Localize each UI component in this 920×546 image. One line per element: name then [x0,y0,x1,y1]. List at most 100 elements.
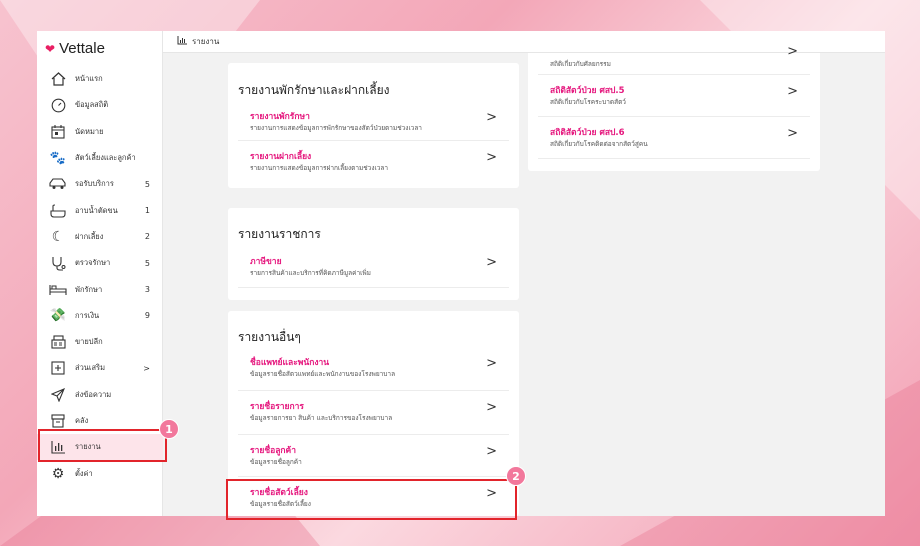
step-badge-2: 2 [506,466,526,486]
report-row-items[interactable]: รายชื่อรายการ ข้อมูลรายการยา สินค้า และบ… [238,393,509,435]
card-statistics-reports: สถิติเกี่ยวกับศัลยกรรม > สถิติสัตว์ป่วย … [528,44,820,171]
money-hand-icon: 💸 [49,308,67,324]
calendar-icon [49,123,67,141]
chevron-right-icon: > [486,150,497,165]
car-icon [49,175,67,193]
sidebar-item-paw[interactable]: 🐾 สัตว์เลี้ยงและลูกค้า [37,145,163,171]
paw-icon: 🐾 [49,150,67,166]
row-title: รายชื่อลูกค้า [250,446,297,456]
chevron-right-icon: > [787,126,798,141]
row-title: รายงานพักรักษา [250,112,310,122]
sidebar-item-money-hand[interactable]: 💸 การเงิน 9 [37,303,163,329]
sidebar-item-calendar[interactable]: นัดหมาย [37,119,163,145]
report-row-surgery-stats[interactable]: สถิติเกี่ยวกับศัลยกรรม > [538,39,810,75]
chevron-right-icon: > [486,400,497,415]
count-badge: 5 [144,258,150,268]
sidebar-nav: หน้าแรกข้อมูลสถิตินัดหมาย 🐾 สัตว์เลี้ยงและ… [37,66,163,487]
sidebar-item-home[interactable]: หน้าแรก [37,66,163,92]
row-desc: ข้อมูลรายชื่อสัตวแพทย์และพนักงานของโรงพย… [250,370,396,378]
brand-logo[interactable]: ❤ Vettale [45,40,105,57]
moon-icon: ☾ [51,228,65,245]
sidebar-item-label: การเงิน [75,310,100,320]
count-badge: 9 [144,311,150,321]
row-desc: รายการสินค้าและบริการที่คิดภาษีมูลค่าเพิ… [250,269,371,277]
row-title: รายชื่อรายการ [250,402,304,412]
row-desc: สถิติเกี่ยวกับศัลยกรรม [550,60,611,68]
sidebar-item-settings[interactable]: ⚙ ตั้งค่า [37,460,163,486]
highlight-box-pet-list [226,479,517,520]
sidebar-item-label: รอรับบริการ [75,179,114,189]
sidebar-item-label: นัดหมาย [75,126,104,136]
sidebar-item-bathtub[interactable]: อาบน้ำตัดขน 1 [37,197,163,223]
settings-icon: ⚙ [51,465,65,482]
sidebar-item-label: ตั้งค่า [75,468,93,478]
sidebar-item-label: ตรวจรักษา [75,258,111,268]
sidebar-item-label: ข้อมูลสถิติ [75,100,109,110]
row-desc: รายงานการแสดงข้อมูลการฝากเลี้ยงตามช่วงเว… [250,164,389,172]
plus-box-icon [49,359,67,377]
card-boarding-reports: รายงานพักรักษาและฝากเลี้ยง รายงานพักรักษ… [228,63,519,188]
cash-register-icon [49,333,67,351]
sidebar-item-label: ฝากเลี้ยง [75,231,104,241]
heart-icon: ❤ [45,41,56,56]
step-badge-1: 1 [159,419,179,439]
sidebar-item-plus-box[interactable]: ส่วนเสริม > [37,355,163,381]
row-desc: สถิติเกี่ยวกับโรคติดต่อจากสัตว์สู่คน [550,140,648,148]
report-row-boarding[interactable]: รายงานฝากเลี้ยง รายงานการแสดงข้อมูลการฝา… [238,143,509,181]
bed-icon [49,281,67,299]
sidebar-item-label: ส่งข้อความ [75,389,112,399]
sidebar-item-moon[interactable]: ☾ ฝากเลี้ยง 2 [37,224,163,250]
report-row-customers[interactable]: รายชื่อลูกค้า ข้อมูลรายชื่อลูกค้า > [238,437,509,477]
report-row-ssp5[interactable]: สถิติสัตว์ป่วย ศสป.5 สถิติเกี่ยวกับโรคระ… [538,77,810,117]
report-row-staff[interactable]: ชื่อแพทย์และพนักงาน ข้อมูลรายชื่อสัตวแพท… [238,349,509,391]
row-desc: สถิติเกี่ยวกับโรคระบาดสัตว์ [550,98,626,106]
chevron-right-icon: > [486,110,497,125]
sidebar-item-gauge[interactable]: ข้อมูลสถิติ [37,92,163,118]
chart-icon [177,35,187,48]
highlight-box-sidebar-report [38,429,167,462]
home-icon [49,70,67,88]
sidebar-item-send[interactable]: ส่งข้อความ [37,382,163,408]
chevron-right-icon: > [486,356,497,371]
sidebar-item-label: คลัง [75,416,89,425]
chevron-right-icon: > [787,84,798,99]
sidebar-item-label: สัตว์เลี้ยงและลูกค้า [75,153,136,163]
report-row-ssp6[interactable]: สถิติสัตว์ป่วย ศสป.6 สถิติเกี่ยวกับโรคติ… [538,119,810,159]
count-badge: 2 [144,232,150,242]
card-title: รายงานอื่นๆ [238,330,301,344]
chevron-right-icon: > [486,255,497,270]
sidebar-item-label: อาบน้ำตัดขน [75,205,118,215]
sidebar-item-car[interactable]: รอรับบริการ 5 [37,171,163,197]
row-title: ภาษีขาย [250,257,282,267]
gauge-icon [49,96,67,114]
report-row-sales-tax[interactable]: ภาษีขาย รายการสินค้าและบริการที่คิดภาษีม… [238,248,509,288]
chevron-right-icon: > [486,444,497,459]
row-title: ชื่อแพทย์และพนักงาน [250,358,330,368]
chevron-right-icon: > [143,363,150,373]
page-title: รายงาน [192,37,220,46]
bathtub-icon [49,202,67,220]
sidebar-item-stethoscope[interactable]: ตรวจรักษา 5 [37,250,163,276]
brand-name: Vettale [59,40,105,57]
stethoscope-icon [49,254,67,272]
count-badge: 5 [144,179,150,189]
row-desc: ข้อมูลรายการยา สินค้า และบริการของโรงพยา… [250,414,393,422]
row-title: รายงานฝากเลี้ยง [250,152,312,162]
card-title: รายงานราชการ [238,227,321,241]
sidebar-item-label: ส่วนเสริม [75,363,106,373]
sidebar-item-bed[interactable]: พักรักษา 3 [37,276,163,302]
send-icon [49,386,67,404]
row-title: สถิติสัตว์ป่วย ศสป.6 [550,128,625,138]
sidebar-item-label: หน้าแรก [75,74,103,84]
report-row-hospitalization[interactable]: รายงานพักรักษา รายงานการแสดงข้อมูลการพัก… [238,103,509,141]
chevron-right-icon: > [787,44,798,59]
sidebar-item-label: พักรักษา [75,284,103,294]
row-desc: รายงานการแสดงข้อมูลการพักรักษาของสัตว์ป่… [250,124,422,132]
count-badge: 1 [144,206,150,216]
card-title: รายงานพักรักษาและฝากเลี้ยง [238,83,390,97]
count-badge: 3 [144,285,150,295]
inventory-icon [49,412,67,430]
row-title: สถิติสัตว์ป่วย ศสป.5 [550,86,625,96]
sidebar-item-label: ขายปลีก [75,337,103,347]
sidebar-item-cash-register[interactable]: ขายปลีก [37,329,163,355]
